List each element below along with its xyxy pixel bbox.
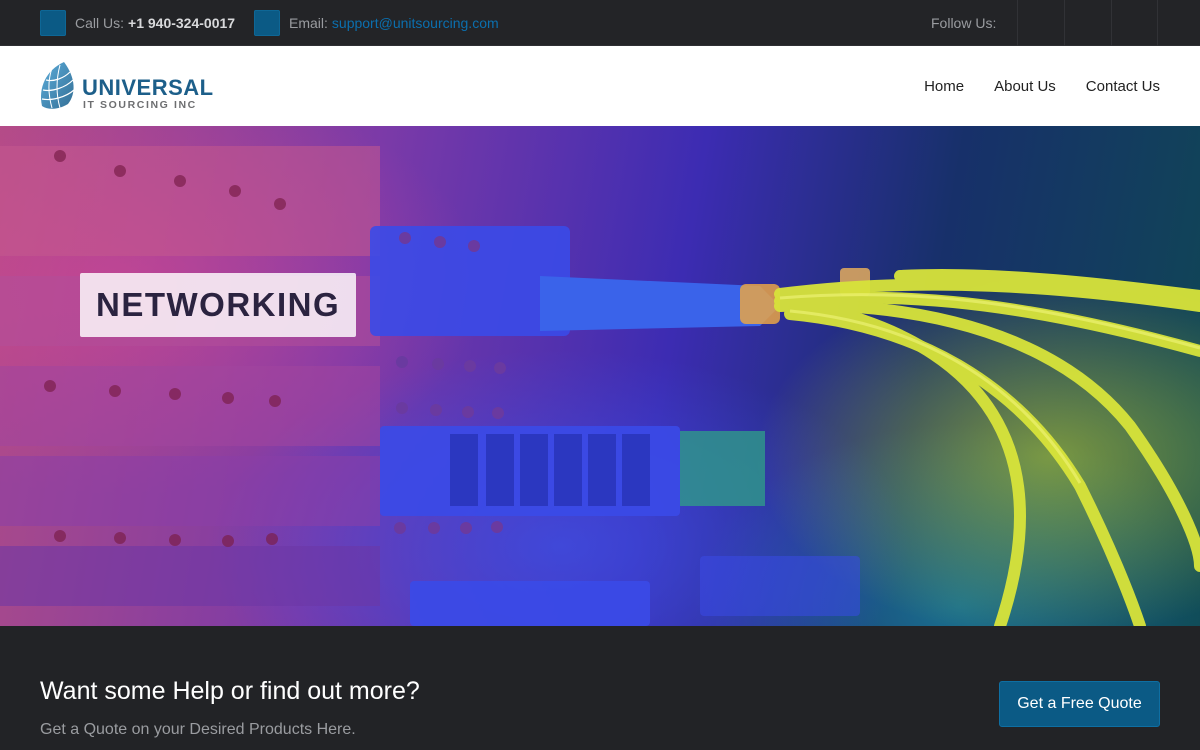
cta-subtitle: Get a Quote on your Desired Products Her… [40, 721, 356, 738]
email-label: Email: [289, 15, 328, 31]
phone-number[interactable]: +1 940-324-0017 [128, 15, 235, 31]
social-icon-1[interactable] [1017, 0, 1064, 46]
phone-icon [40, 10, 66, 36]
nav-home[interactable]: Home [924, 78, 964, 95]
main-nav: Home About Us Contact Us [894, 46, 1160, 126]
cta-title: Want some Help or find out more? [40, 677, 420, 705]
call-text: Call Us: +1 940-324-0017 [75, 15, 235, 31]
hero-network-image [0, 146, 1200, 626]
logo-globe-icon [40, 62, 75, 109]
hero-banner: NETWORKING [0, 126, 1200, 626]
nav-contact-us[interactable]: Contact Us [1086, 78, 1160, 95]
email-info: Email: support@unitsourcing.com [254, 10, 499, 36]
email-link[interactable]: support@unitsourcing.com [332, 15, 499, 31]
call-label: Call Us: [75, 15, 125, 31]
follow-label: Follow Us: [931, 15, 997, 31]
site-header: UNIVERSAL IT SOURCING INC Home About Us … [0, 46, 1200, 126]
logo[interactable]: UNIVERSAL IT SOURCING INC [38, 60, 213, 112]
email-icon [254, 10, 280, 36]
nav-about-us[interactable]: About Us [994, 78, 1056, 95]
top-bar: Call Us: +1 940-324-0017 Email: support@un… [0, 0, 1200, 46]
logo-subtitle: IT SOURCING INC [83, 99, 197, 111]
email-text: Email: support@unitsourcing.com [289, 15, 499, 31]
hero-title: NETWORKING [96, 286, 341, 323]
social-icon-2[interactable] [1064, 0, 1111, 46]
call-info: Call Us: +1 940-324-0017 [40, 10, 235, 36]
hero-title-box: NETWORKING [80, 273, 357, 337]
cta-section: Want some Help or find out more? Get a Q… [0, 626, 1200, 750]
get-free-quote-button[interactable]: Get a Free Quote [999, 681, 1160, 727]
social-icon-3[interactable] [1111, 0, 1158, 46]
logo-title: UNIVERSAL [82, 75, 214, 100]
